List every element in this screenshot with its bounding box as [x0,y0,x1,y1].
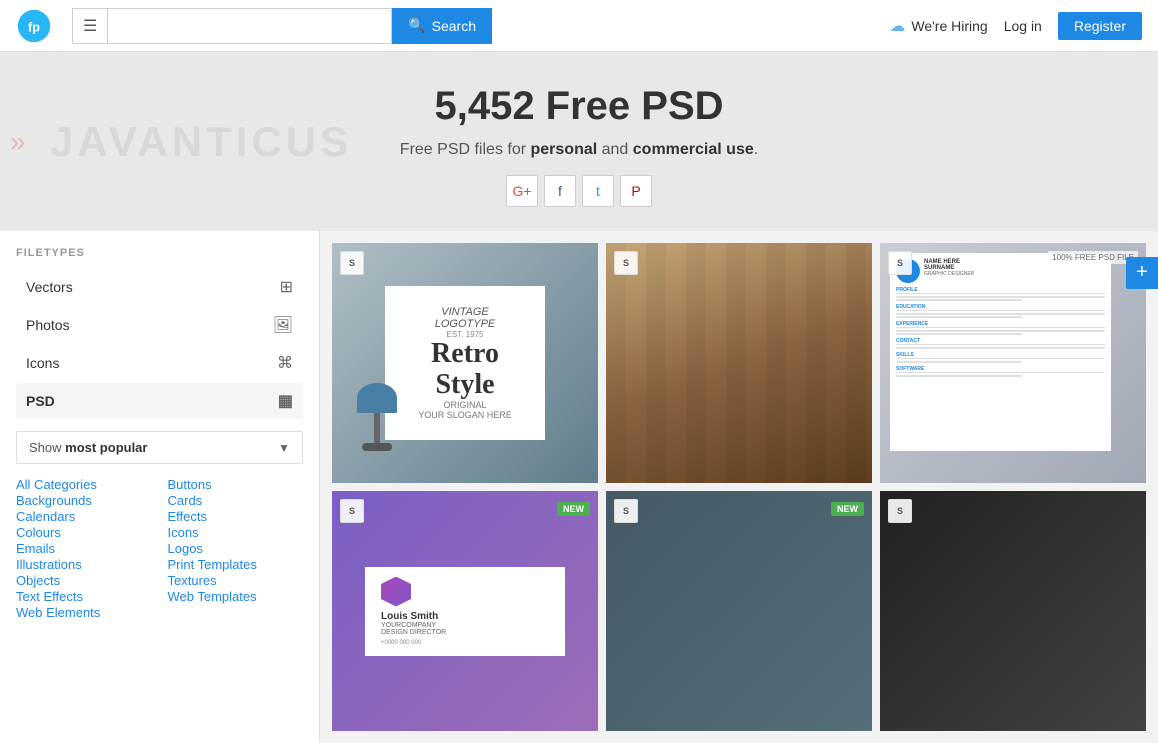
psd-icon: ▦ [278,391,293,411]
new-badge-5: NEW [831,499,864,515]
icons-icon: ⌘ [277,353,293,373]
register-button[interactable]: Register [1058,12,1142,40]
shortstack-badge-2: S [614,251,638,275]
chevron-down-icon: ▼ [278,441,290,455]
shortstack-badge-6: S [888,499,912,523]
content-grid: S VINTAGE LOGOTYPE EST. 1975 RetroStyle … [320,231,1158,743]
login-link[interactable]: Log in [1004,18,1042,34]
cloud-icon: ☁ [889,16,905,36]
business-card-preview: Louis Smith YOURCOMPANYDESIGN DIRECTOR +… [365,567,565,656]
google-plus-button[interactable]: G+ [506,175,538,207]
main-layout: FILETYPES Vectors ⊞ Photos 🖼 Icons ⌘ PSD… [0,231,1158,743]
retro-poster-content: VINTAGE LOGOTYPE EST. 1975 RetroStyle OR… [385,286,545,441]
filetypes-label: FILETYPES [16,247,303,259]
content-card-6[interactable]: S [880,491,1146,731]
content-card-5[interactable]: S NEW [606,491,872,731]
photos-icon: 🖼 [273,315,293,335]
category-web-elements[interactable]: Web Elements [16,602,100,623]
header-right: ☁ We're Hiring Log in Register [889,12,1142,40]
shortstack-badge-3: S [888,251,912,275]
content-card-4[interactable]: S NEW Louis Smith YOURCOMPANYDESIGN DIRE… [332,491,598,731]
filetype-vectors[interactable]: Vectors ⊞ [16,269,303,305]
content-card-2[interactable]: S [606,243,872,483]
logo[interactable]: fp [16,8,52,44]
content-card-1[interactable]: S VINTAGE LOGOTYPE EST. 1975 RetroStyle … [332,243,598,483]
shortstack-badge-1: S [340,251,364,275]
search-icon: 🔍 [408,17,425,34]
plus-fab-button[interactable]: + [1126,257,1158,289]
category-web-templates[interactable]: Web Templates [168,586,257,607]
categories-grid: All Categories Backgrounds Calendars Col… [16,476,303,620]
facebook-button[interactable]: f [544,175,576,207]
pinterest-button[interactable]: P [620,175,652,207]
filetype-psd[interactable]: PSD ▦ [16,383,303,419]
svg-text:fp: fp [28,20,40,34]
sidebar: FILETYPES Vectors ⊞ Photos 🖼 Icons ⌘ PSD… [0,231,320,743]
hero-arrows-icon: » [10,126,26,158]
we-hiring-link[interactable]: ☁ We're Hiring [889,16,987,36]
filetype-photos[interactable]: Photos 🖼 [16,307,303,343]
filetype-icons[interactable]: Icons ⌘ [16,345,303,381]
twitter-button[interactable]: t [582,175,614,207]
psd-file-label: 100% FREE PSD FILE [1048,251,1138,264]
freepik-logo-icon: fp [16,8,52,44]
hero-watermark: JAVANTICUS [50,118,352,166]
content-card-3[interactable]: S 100% FREE PSD FILE NAME HERE SURNAME G… [880,243,1146,483]
header: fp ☰ 🔍 Search ☁ We're Hiring Log in Regi… [0,0,1158,52]
social-icons: G+ f t P [20,175,1138,207]
show-popular-dropdown[interactable]: Show most popular ▼ [16,431,303,464]
lamp-decoration [352,383,402,463]
search-input[interactable] [108,8,392,44]
shortstack-badge-5: S [614,499,638,523]
hero-section: » JAVANTICUS 5,452 Free PSD Free PSD fil… [0,52,1158,231]
shortstack-badge-4: S [340,499,364,523]
new-badge-4: NEW [557,499,590,515]
cv-preview: NAME HERE SURNAME GRAPHIC DESIGNER PROFI… [890,253,1111,451]
search-button[interactable]: 🔍 Search [392,8,492,44]
hamburger-button[interactable]: ☰ [72,8,108,44]
search-area: ☰ 🔍 Search [72,8,492,44]
vectors-icon: ⊞ [280,277,293,297]
